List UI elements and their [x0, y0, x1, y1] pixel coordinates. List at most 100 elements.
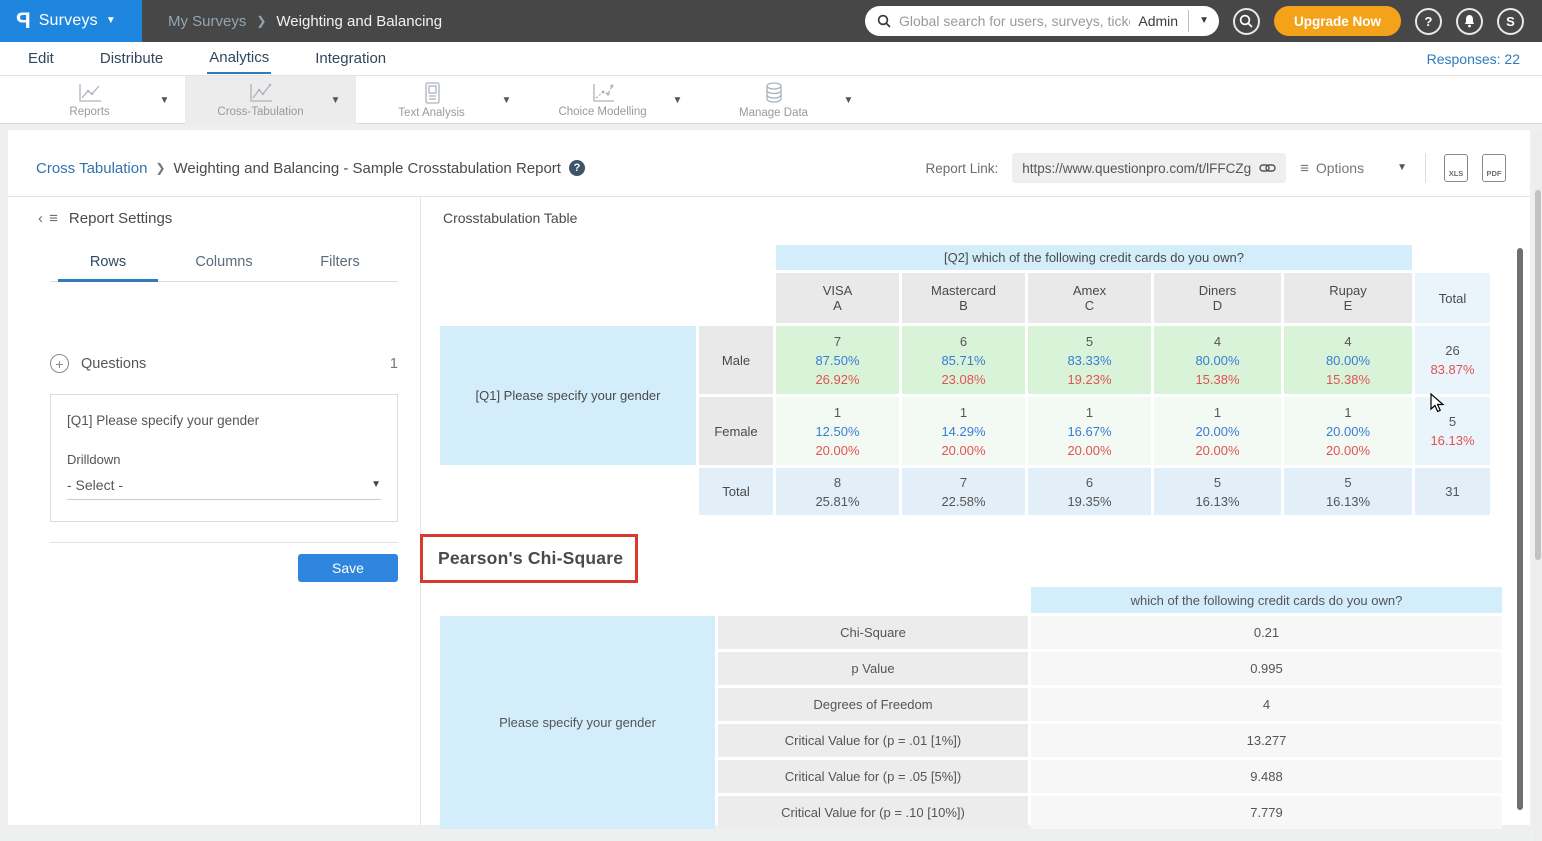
spacer-cell [1415, 245, 1490, 270]
toolbar-label: Manage Data [739, 107, 808, 119]
tab-columns[interactable]: Columns [166, 244, 282, 281]
chi-row-header: Please specify your gender [440, 616, 715, 829]
options-button[interactable]: ≡ Options ▼ [1300, 160, 1407, 177]
chi-square-table: which of the following credit cards do y… [437, 584, 1505, 832]
help-icon[interactable]: ? [569, 160, 585, 176]
chevron-down-icon[interactable]: ▼ [844, 95, 854, 106]
total-cell: 722.58% [902, 468, 1025, 515]
toolbar-reports[interactable]: Reports ▼ [14, 76, 185, 124]
data-cell: 116.67%20.00% [1028, 397, 1151, 465]
data-cell: 480.00%15.38% [1284, 326, 1412, 394]
breadcrumb-my-surveys[interactable]: My Surveys [168, 13, 246, 30]
toolbar-text-analysis[interactable]: Text Analysis ▼ [356, 76, 527, 124]
text-document-icon [421, 81, 443, 105]
toolbar-label: Text Analysis [398, 107, 464, 119]
questions-label: Questions [81, 356, 146, 372]
drilldown-select[interactable]: - Select - ▼ [67, 477, 381, 500]
data-cell: 480.00%15.38% [1154, 326, 1281, 394]
save-button[interactable]: Save [298, 554, 398, 582]
nav-edit[interactable]: Edit [26, 44, 56, 73]
drilldown-label: Drilldown [67, 452, 381, 467]
toolbar-manage-data[interactable]: Manage Data ▼ [698, 76, 869, 124]
collapse-panel-icon[interactable]: ‹ ≡ [38, 210, 59, 227]
spacer-cell [440, 273, 773, 323]
row-total-cell: 516.13% [1415, 397, 1490, 465]
help-button[interactable]: ? [1415, 8, 1442, 35]
chi-stat-label: Critical Value for (p = .05 [5%]) [718, 760, 1028, 793]
nav-analytics[interactable]: Analytics [207, 43, 271, 74]
breadcrumb-survey-name: Weighting and Balancing [276, 13, 442, 30]
toolbar-choice-modelling[interactable]: Choice Modelling ▼ [527, 76, 698, 124]
chi-stat-label: Critical Value for (p = .01 [1%]) [718, 724, 1028, 757]
bell-icon [1463, 14, 1476, 28]
report-settings-panel: ‹ ≡ Report Settings Rows Columns Filters… [8, 196, 420, 825]
toolbar-cross-tabulation[interactable]: Cross-Tabulation ▼ [185, 76, 356, 124]
data-cell: 583.33%19.23% [1028, 326, 1151, 394]
chevron-down-icon[interactable]: ▼ [160, 95, 170, 106]
notifications-button[interactable] [1456, 8, 1483, 35]
tab-filters[interactable]: Filters [282, 244, 398, 281]
toolbar-label: Reports [69, 106, 109, 118]
report-link-field[interactable]: https://www.questionpro.com/t/lFFCZg [1012, 153, 1286, 183]
total-cell: 516.13% [1154, 468, 1281, 515]
page-title: Weighting and Balancing - Sample Crossta… [174, 160, 561, 177]
tab-rows[interactable]: Rows [50, 244, 166, 281]
column-header: MastercardB [902, 273, 1025, 323]
line-chart-icon [76, 82, 104, 104]
breadcrumb-cross-tabulation[interactable]: Cross Tabulation [36, 160, 147, 177]
questionpro-logo-icon: P [16, 10, 31, 32]
breadcrumb-separator-icon: ❯ [256, 14, 266, 28]
page-scrollbar[interactable] [1534, 130, 1542, 841]
export-pdf-button[interactable]: PDF [1482, 154, 1506, 182]
scatter-chart-icon [589, 82, 617, 104]
total-cell: 516.13% [1284, 468, 1412, 515]
user-avatar[interactable]: S [1497, 8, 1524, 35]
spacer-cell [440, 245, 773, 270]
report-link-label: Report Link: [925, 161, 998, 176]
column-group-header: [Q2] which of the following credit cards… [776, 245, 1412, 270]
export-xls-button[interactable]: XLS [1444, 154, 1468, 182]
chi-stat-value: 0.995 [1031, 652, 1502, 685]
responses-count[interactable]: Responses: 22 [1427, 51, 1520, 67]
spacer-cell [440, 587, 715, 613]
data-cell: 120.00%20.00% [1154, 397, 1281, 465]
database-icon [762, 81, 786, 105]
chi-column-header: which of the following credit cards do y… [1031, 587, 1502, 613]
options-label: Options [1316, 160, 1364, 176]
chevron-down-icon[interactable]: ▼ [502, 95, 512, 106]
xls-icon: XLS [1449, 169, 1464, 178]
upgrade-now-button[interactable]: Upgrade Now [1274, 6, 1401, 36]
row-total-cell: 2683.87% [1415, 326, 1490, 394]
spacer-cell [440, 468, 696, 515]
top-bar: P Surveys ▼ My Surveys ❯ Weighting and B… [0, 0, 1542, 42]
topbar-actions: Admin ▼ Upgrade Now ? S [865, 6, 1542, 36]
breadcrumb-separator-icon: ❯ [155, 161, 165, 175]
column-header: VISAA [776, 273, 899, 323]
divider [1188, 10, 1189, 32]
chevron-down-icon[interactable]: ▼ [331, 95, 341, 106]
brand-label: Surveys [39, 12, 98, 30]
product-switcher[interactable]: P Surveys ▼ [0, 0, 142, 42]
search-scope-value: Admin [1138, 13, 1178, 29]
data-cell: 120.00%20.00% [1284, 397, 1412, 465]
content-card: Cross Tabulation ❯ Weighting and Balanci… [8, 130, 1530, 825]
nav-distribute[interactable]: Distribute [98, 44, 165, 73]
chi-square-heading-highlight: Pearson's Chi-Square [420, 534, 638, 583]
search-input[interactable] [899, 13, 1130, 29]
nav-integration[interactable]: Integration [313, 44, 388, 73]
chi-stat-value: 9.488 [1031, 760, 1502, 793]
drilldown-select-value: - Select - [67, 477, 123, 493]
search-scope-select[interactable]: Admin ▼ [1138, 10, 1209, 32]
table-scrollbar[interactable] [1517, 248, 1523, 810]
top-breadcrumb: My Surveys ❯ Weighting and Balancing [168, 13, 442, 30]
add-question-icon[interactable]: + [50, 354, 69, 373]
search-button[interactable] [1233, 8, 1260, 35]
chevron-down-icon[interactable]: ▼ [673, 95, 683, 106]
page-scrollbar-thumb[interactable] [1535, 190, 1541, 560]
settings-tabs: Rows Columns Filters [50, 244, 398, 282]
divider [420, 196, 421, 825]
pdf-icon: PDF [1487, 169, 1502, 178]
line-chart-icon [247, 82, 275, 104]
link-icon [1259, 162, 1276, 174]
crosstab-table: [Q2] which of the following credit cards… [437, 242, 1493, 518]
